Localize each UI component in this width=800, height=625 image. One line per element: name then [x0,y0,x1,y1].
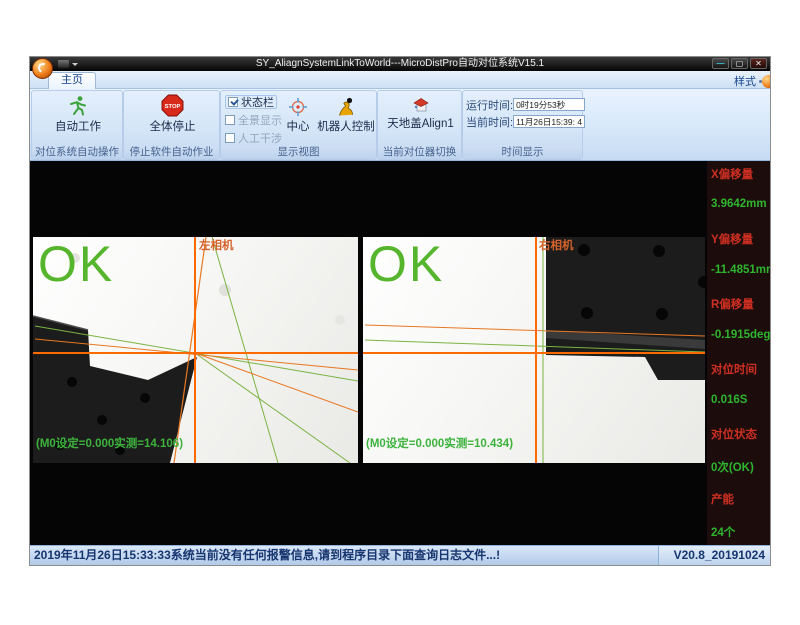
y-offset-value: -11.4851mm [711,264,770,276]
aligner-button[interactable]: 天地盖Align1 [381,96,460,131]
right-camera-view: OK 右相机 (M0设定=0.000实测=10.434) (O X=1289.2… [363,237,705,463]
robot-control-label: 机器人控制 [317,118,375,134]
readout-line: (M0设定=0.000实测=10.434) [366,438,516,451]
r-offset-value: -0.1915deg [711,329,770,341]
current-time-field[interactable]: 11月26日15:39: 4 [513,115,585,128]
desktop: SY_AliagnSystemLinkToWorld---MicroDistPr… [0,0,800,625]
x-offset-label: X偏移量 [711,166,753,182]
checkbox-status-bar[interactable]: 状态栏 [225,95,277,109]
readout-line: (M0设定=0.000实测=14.106) [36,438,223,451]
align-time-value: 0.016S [711,394,747,406]
right-ok-status: OK [368,237,444,293]
window-title: SY_AliagnSystemLinkToWorld---MicroDistPr… [30,57,770,71]
right-camera-label: 右相机 [539,237,574,253]
checkbox-panorama[interactable]: 全景显示 [225,113,282,127]
group-stop: STOP 全体停止 停止软件自动作业 [123,90,220,160]
left-camera-view: OK 左相机 (M0设定=0.000实测=14.106) (AbsPos X=0… [33,237,358,463]
version-label: V20.8_20191024 [658,546,770,565]
align-state-label: 对位状态 [711,426,757,442]
svg-text:STOP: STOP [165,104,181,110]
main-view: OK 左相机 (M0设定=0.000实测=14.106) (AbsPos X=0… [30,161,770,545]
app-window: SY_AliagnSystemLinkToWorld---MicroDistPr… [30,57,770,565]
left-ok-status: OK [38,237,114,293]
right-camera-readout: (M0设定=0.000实测=10.434) (O X=1289.2 Y=765.… [366,413,516,463]
current-time-label: 当前时间: [466,114,513,130]
group-label-stop: 停止软件自动作业 [124,146,219,159]
group-label-view: 显示视图 [221,146,376,159]
yield-value: 24个 [711,524,735,540]
title-bar: SY_AliagnSystemLinkToWorld---MicroDistPr… [30,57,770,71]
ribbon-tab-row: 主页 样式 [30,71,770,89]
checkbox-checked-icon[interactable] [228,97,238,107]
left-camera-readout: (M0设定=0.000实测=14.106) (AbsPos X=0.000 Y=… [36,413,223,463]
group-aligner-switch: 天地盖Align1 当前对位器切换 [377,90,462,160]
group-label-aligner: 当前对位器切换 [378,146,461,159]
center-button[interactable]: 中心 [281,97,315,134]
y-offset-label: Y偏移量 [711,231,753,247]
runner-icon [67,95,89,117]
group-auto-operation: 自动工作 对位系统自动操作 [31,90,123,160]
checkbox-unchecked-icon[interactable] [225,133,235,143]
align-time-label: 对位时间 [711,361,757,377]
yield-label: 产能 [711,491,734,507]
status-message: 2019年11月26日15:33:33系统当前没有任何报警信息,请到程序目录下面… [34,546,500,565]
auto-work-label: 自动工作 [55,118,101,134]
robot-control-button[interactable]: 机器人控制 [315,97,377,134]
right-part-silhouette [546,237,705,380]
stop-all-label: 全体停止 [150,118,196,134]
x-offset-value: 3.9642mm [711,198,767,210]
stop-all-button[interactable]: STOP 全体停止 [136,94,209,134]
orb-swirl-icon [37,62,50,75]
left-camera-label: 左相机 [199,237,234,253]
run-time-label: 运行时间: [466,97,513,113]
close-button[interactable]: ✕ [750,58,767,69]
style-menu[interactable]: 样式 [734,73,756,89]
aligner-box-icon [412,96,430,114]
align-state-value: 0次(OK) [711,459,754,475]
minimize-button[interactable]: — [712,58,729,69]
center-label: 中心 [287,118,310,134]
crosshair-icon [288,97,308,117]
r-offset-label: R偏移量 [711,296,754,312]
ribbon: 自动工作 对位系统自动操作 STOP 全体停止 停止软件自动作业 [30,89,770,161]
group-label-time: 时间显示 [463,146,582,159]
aligner-label: 天地盖Align1 [387,115,453,131]
group-time-display: 运行时间: 0时19分53秒 当前时间: 11月26日15:39: 4 时间显示 [462,90,583,160]
group-display-view: 状态栏 全景显示 人工干涉 [220,90,377,160]
auto-work-button[interactable]: 自动工作 [41,95,115,134]
robot-icon [336,97,356,117]
group-label-auto: 对位系统自动操作 [32,146,122,159]
status-bar: 2019年11月26日15:33:33系统当前没有任何报警信息,请到程序目录下面… [30,545,770,565]
run-time-field[interactable]: 0时19分53秒 [513,98,585,111]
stop-icon: STOP [161,94,184,117]
window-controls: — ▢ ✕ [712,58,767,69]
tab-home[interactable]: 主页 [48,72,96,89]
maximize-button[interactable]: ▢ [731,58,748,69]
offset-sidebar: X偏移量 3.9642mm Y偏移量 -11.4851mm R偏移量 -0.19… [707,161,770,545]
checkbox-manual-intervene[interactable]: 人工干涉 [225,131,282,145]
app-orb-button[interactable] [32,58,53,79]
corner-orb-icon [762,75,770,88]
checkbox-unchecked-icon[interactable] [225,115,235,125]
